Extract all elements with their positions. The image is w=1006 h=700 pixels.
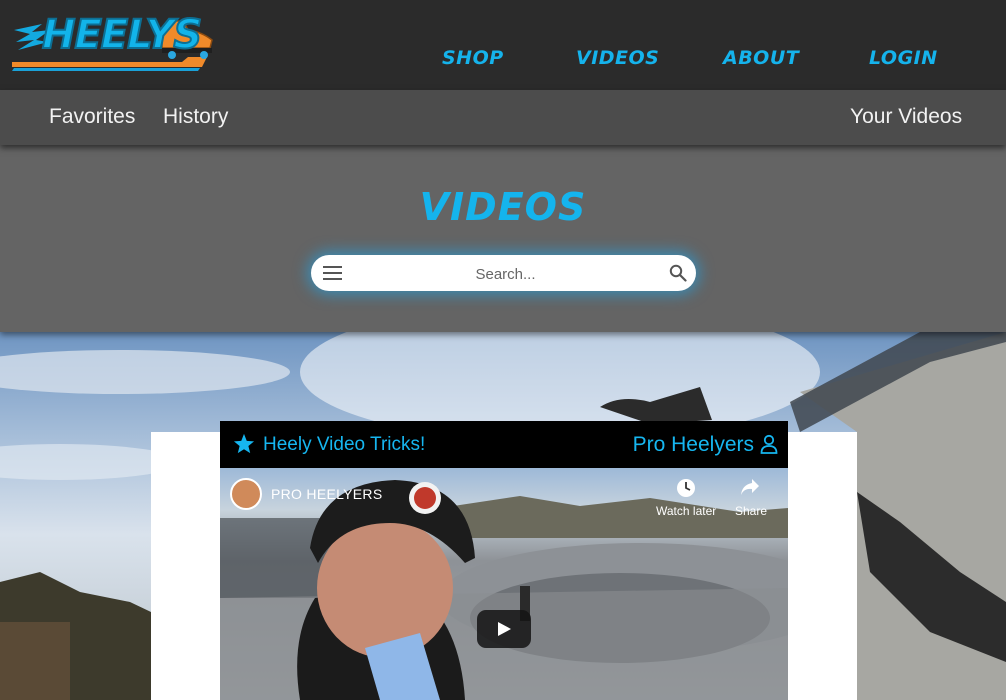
player-channel-name[interactable]: PRO HEELYERS: [271, 486, 383, 502]
play-icon: [498, 622, 511, 636]
clock-icon[interactable]: [676, 478, 696, 503]
share-label[interactable]: Share: [735, 504, 767, 518]
watch-later-label[interactable]: Watch later: [656, 504, 716, 518]
secondary-navbar: Favorites History Your Videos: [0, 90, 1006, 145]
video-title[interactable]: Heely Video Tricks!: [263, 434, 425, 456]
share-icon[interactable]: [740, 478, 760, 501]
search-input[interactable]: [361, 261, 650, 287]
channel-avatar[interactable]: [230, 478, 262, 510]
video-player[interactable]: PRO HEELYERS Watch later Share: [220, 468, 788, 700]
user-icon[interactable]: [760, 434, 778, 459]
nav-about[interactable]: ABOUT: [723, 47, 799, 69]
play-button[interactable]: [477, 610, 531, 648]
top-navbar: HEELYS SHOP VIDEOS ABOUT LOGIN: [0, 0, 1006, 90]
favorites-link[interactable]: Favorites: [49, 105, 135, 129]
nav-videos[interactable]: VIDEOS: [576, 47, 659, 69]
logo-text: HEELYS: [41, 11, 203, 59]
search-bar: [311, 255, 696, 291]
videos-header: VIDEOS: [0, 145, 1006, 332]
video-thumbnail: [220, 480, 788, 700]
menu-icon[interactable]: [323, 266, 343, 285]
page-title: VIDEOS: [419, 185, 587, 229]
star-icon[interactable]: [233, 433, 255, 459]
video-card: Heely Video Tricks! Pro Heelyers PRO HEE…: [220, 421, 788, 700]
history-link[interactable]: History: [163, 105, 228, 129]
nav-login[interactable]: LOGIN: [869, 47, 938, 69]
heelys-logo[interactable]: HEELYS: [12, 10, 217, 72]
video-card-header: Heely Video Tricks! Pro Heelyers: [220, 421, 788, 468]
your-videos-link[interactable]: Your Videos: [850, 105, 962, 129]
search-icon[interactable]: [669, 264, 687, 287]
channel-header-link[interactable]: Pro Heelyers: [633, 433, 754, 457]
nav-shop[interactable]: SHOP: [442, 47, 504, 69]
